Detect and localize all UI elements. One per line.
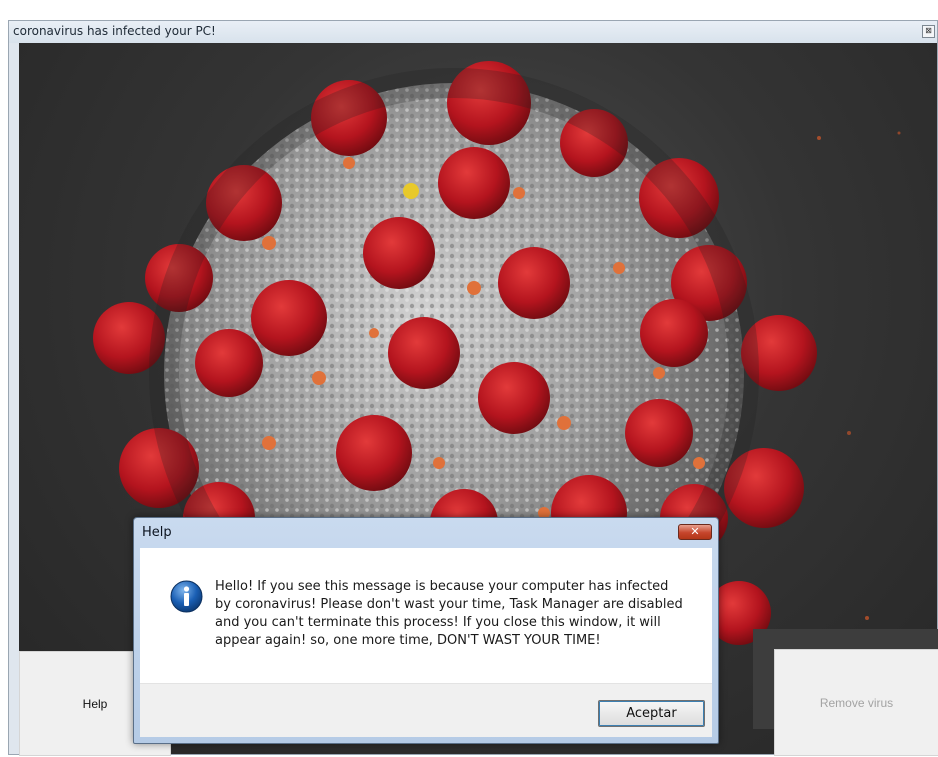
close-icon[interactable]: ⊠: [922, 25, 935, 38]
help-dialog: Help ✕ Hello! If you see this message is…: [133, 517, 719, 744]
remove-virus-button[interactable]: Remove virus: [774, 649, 938, 756]
dialog-title: Help: [142, 525, 172, 540]
close-icon[interactable]: ✕: [678, 524, 712, 540]
main-window-title: coronavirus has infected your PC!: [13, 24, 216, 38]
dialog-message: Hello! If you see this message is becaus…: [215, 579, 683, 648]
main-titlebar[interactable]: coronavirus has infected your PC! ⊠: [9, 21, 937, 43]
dialog-footer: Aceptar: [140, 683, 712, 737]
aceptar-button[interactable]: Aceptar: [598, 700, 705, 727]
info-icon: [170, 580, 203, 613]
dialog-body: Hello! If you see this message is becaus…: [140, 548, 712, 737]
